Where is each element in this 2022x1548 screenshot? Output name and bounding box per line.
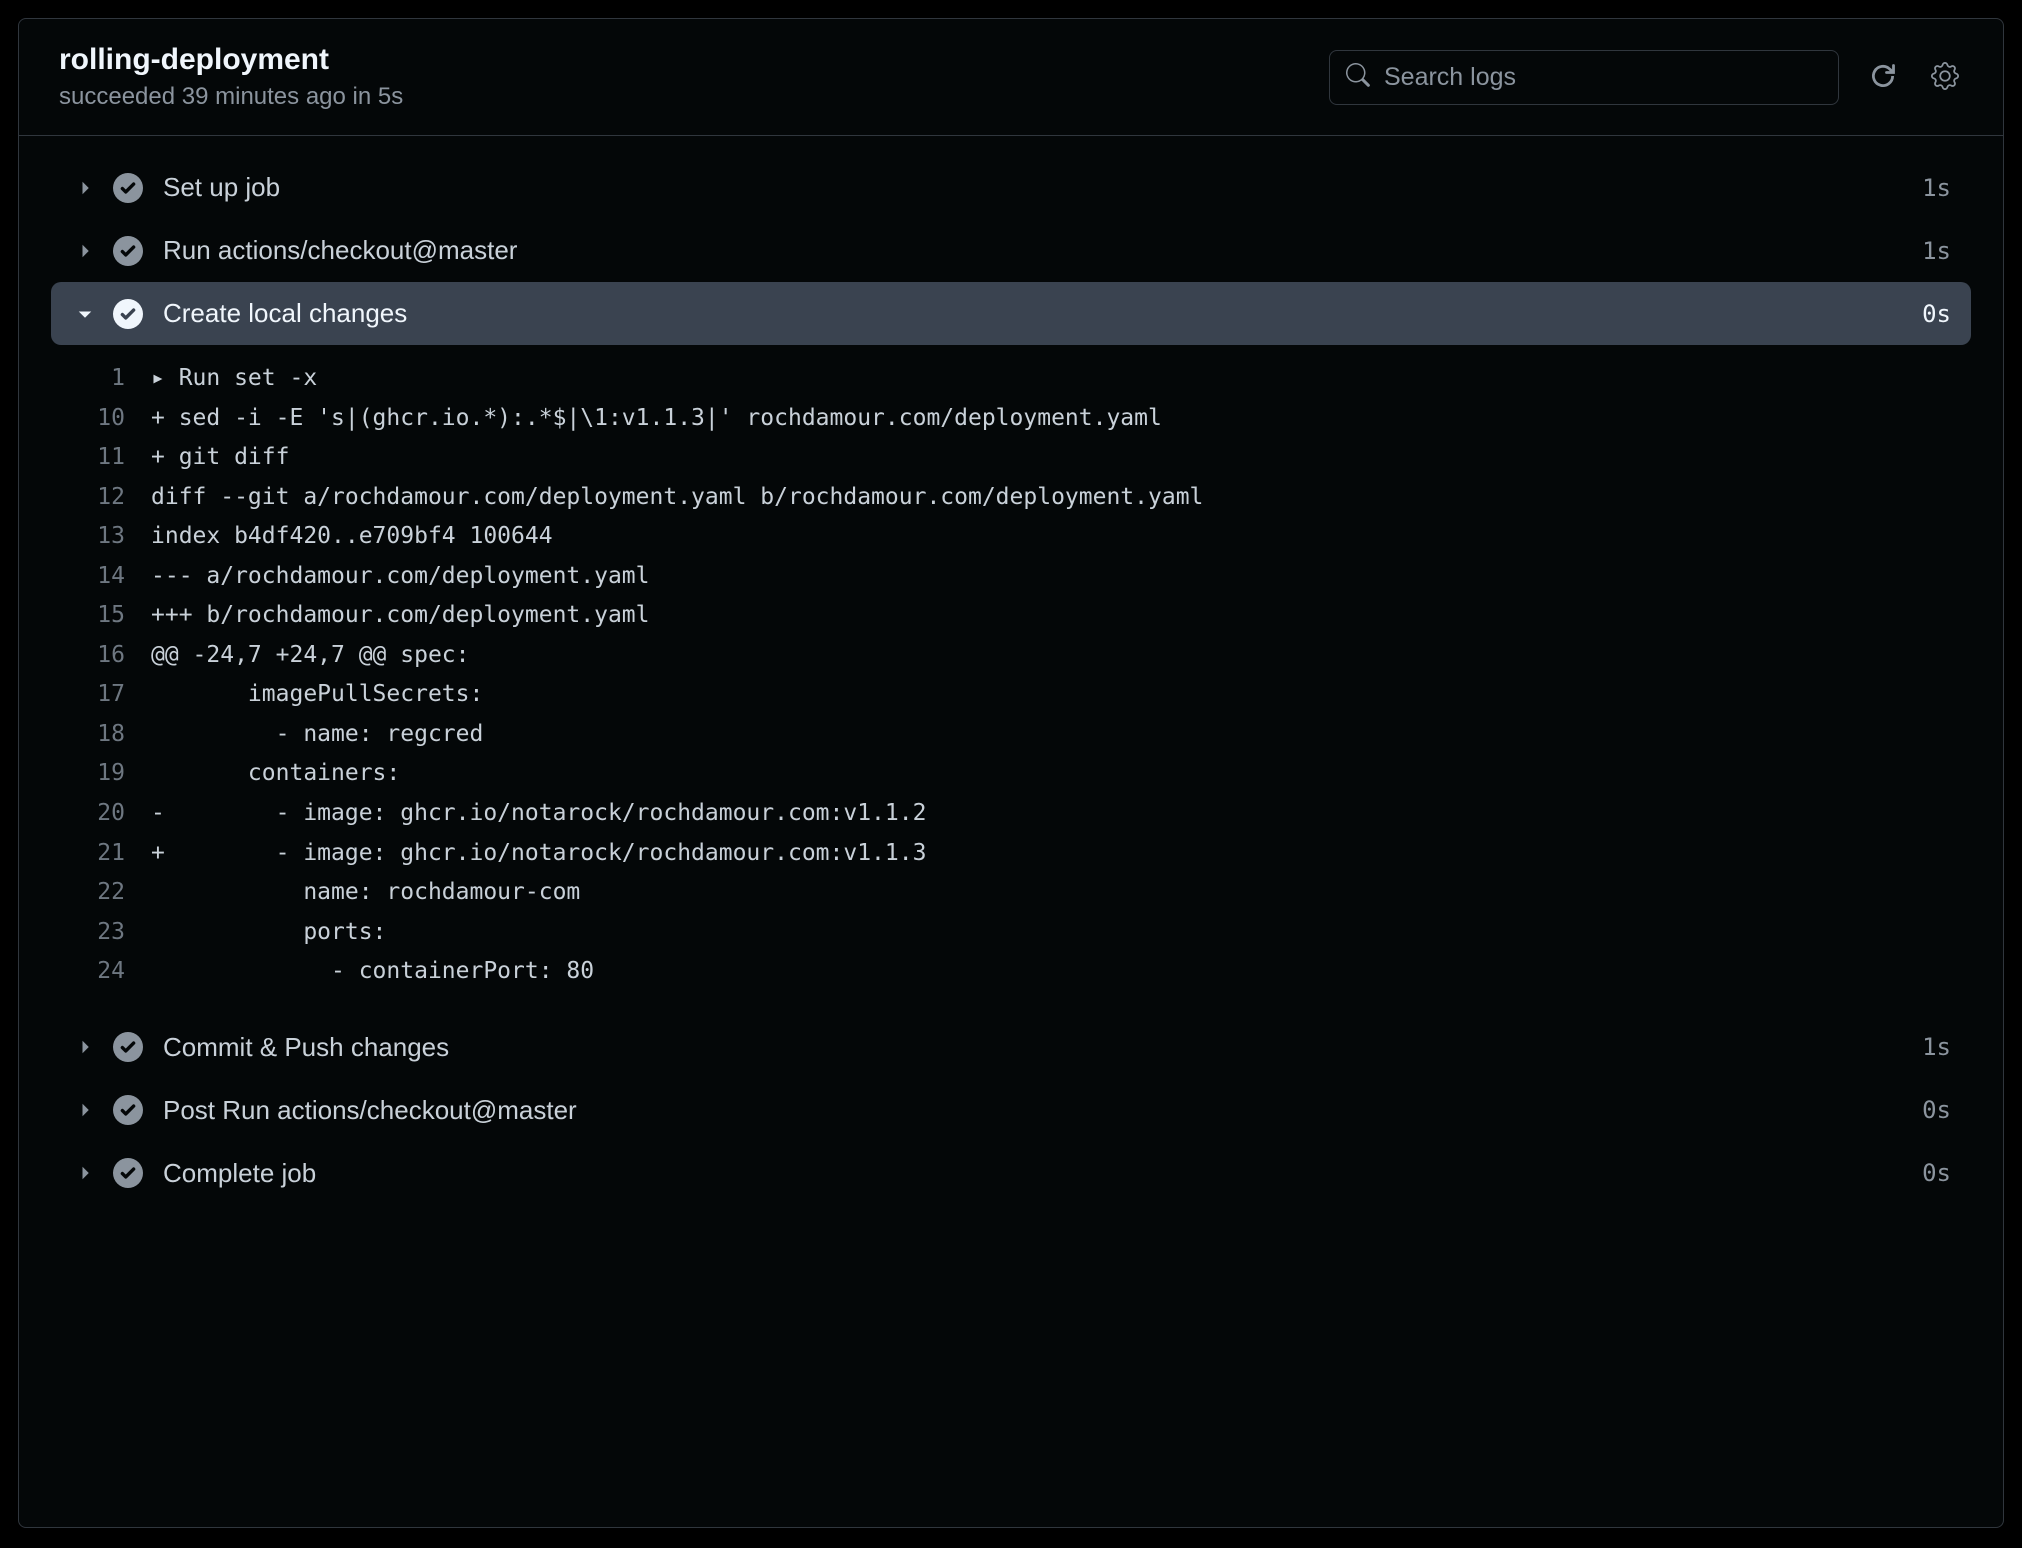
step-row[interactable]: Commit & Push changes1s <box>51 1016 1971 1079</box>
line-number: 20 <box>51 794 151 834</box>
line-number: 11 <box>51 438 151 478</box>
workflow-run-panel: rolling-deployment succeeded 39 minutes … <box>18 18 2004 1528</box>
refresh-button[interactable] <box>1865 58 1901 97</box>
step-row[interactable]: Complete job0s <box>51 1142 1971 1205</box>
line-content: - name: regcred <box>151 715 1971 755</box>
header: rolling-deployment succeeded 39 minutes … <box>19 19 2003 136</box>
line-number: 18 <box>51 715 151 755</box>
step-name: Commit & Push changes <box>163 1032 1922 1063</box>
line-number: 1 <box>51 359 151 399</box>
step-row[interactable]: Post Run actions/checkout@master0s <box>51 1079 1971 1142</box>
header-right <box>1329 50 1963 105</box>
workflow-subtitle: succeeded 39 minutes ago in 5s <box>59 83 1329 111</box>
log-line: 18 - name: regcred <box>51 715 1971 755</box>
line-content: + git diff <box>151 438 1971 478</box>
line-number: 19 <box>51 754 151 794</box>
log-search[interactable] <box>1329 50 1839 105</box>
workflow-title: rolling-deployment <box>59 43 1329 77</box>
line-content: +++ b/rochdamour.com/deployment.yaml <box>151 596 1971 636</box>
step-duration: 0s <box>1922 1096 1951 1124</box>
line-content: + - image: ghcr.io/notarock/rochdamour.c… <box>151 834 1971 874</box>
log-line: 23 ports: <box>51 913 1971 953</box>
line-content: - containerPort: 80 <box>151 952 1971 992</box>
log-line: 14--- a/rochdamour.com/deployment.yaml <box>51 557 1971 597</box>
step-name: Create local changes <box>163 298 1922 329</box>
line-content: ▸ Run set -x <box>151 359 1971 399</box>
log-line: 16@@ -24,7 +24,7 @@ spec: <box>51 636 1971 676</box>
log-line: 12diff --git a/rochdamour.com/deployment… <box>51 478 1971 518</box>
line-content: name: rochdamour-com <box>151 873 1971 913</box>
chevron-right-icon <box>71 1037 99 1057</box>
check-circle-icon <box>113 1158 143 1188</box>
log-line: 15+++ b/rochdamour.com/deployment.yaml <box>51 596 1971 636</box>
log-line: 22 name: rochdamour-com <box>51 873 1971 913</box>
line-content: containers: <box>151 754 1971 794</box>
line-number: 23 <box>51 913 151 953</box>
line-content: index b4df420..e709bf4 100644 <box>151 517 1971 557</box>
line-number: 22 <box>51 873 151 913</box>
step-name: Set up job <box>163 172 1922 203</box>
check-circle-icon <box>113 173 143 203</box>
chevron-right-icon <box>71 241 99 261</box>
gear-icon <box>1931 62 1959 93</box>
search-input[interactable] <box>1384 63 1822 92</box>
check-circle-icon <box>113 1032 143 1062</box>
line-number: 12 <box>51 478 151 518</box>
step-list: Set up job1sRun actions/checkout@master1… <box>19 136 2003 1225</box>
line-number: 10 <box>51 399 151 439</box>
log-output: 1▸ Run set -x10+ sed -i -E 's|(ghcr.io.*… <box>51 345 1971 1016</box>
check-circle-icon <box>113 236 143 266</box>
line-number: 14 <box>51 557 151 597</box>
line-number: 13 <box>51 517 151 557</box>
step-duration: 0s <box>1922 1159 1951 1187</box>
step-row[interactable]: Run actions/checkout@master1s <box>51 219 1971 282</box>
line-content: - - image: ghcr.io/notarock/rochdamour.c… <box>151 794 1971 834</box>
step-duration: 1s <box>1922 237 1951 265</box>
line-number: 24 <box>51 952 151 992</box>
log-line: 11+ git diff <box>51 438 1971 478</box>
line-number: 16 <box>51 636 151 676</box>
line-content: + sed -i -E 's|(ghcr.io.*):.*$|\1:v1.1.3… <box>151 399 1971 439</box>
log-line: 10+ sed -i -E 's|(ghcr.io.*):.*$|\1:v1.1… <box>51 399 1971 439</box>
line-number: 15 <box>51 596 151 636</box>
line-number: 21 <box>51 834 151 874</box>
step-duration: 1s <box>1922 174 1951 202</box>
line-content: diff --git a/rochdamour.com/deployment.y… <box>151 478 1971 518</box>
line-number: 17 <box>51 675 151 715</box>
log-line: 24 - containerPort: 80 <box>51 952 1971 992</box>
log-line: 17 imagePullSecrets: <box>51 675 1971 715</box>
header-left: rolling-deployment succeeded 39 minutes … <box>59 43 1329 111</box>
step-row[interactable]: Create local changes0s <box>51 282 1971 345</box>
check-circle-icon <box>113 299 143 329</box>
step-duration: 1s <box>1922 1033 1951 1061</box>
line-content: @@ -24,7 +24,7 @@ spec: <box>151 636 1971 676</box>
chevron-right-icon <box>71 1100 99 1120</box>
chevron-right-icon <box>71 178 99 198</box>
log-line: 21+ - image: ghcr.io/notarock/rochdamour… <box>51 834 1971 874</box>
log-line: 20- - image: ghcr.io/notarock/rochdamour… <box>51 794 1971 834</box>
check-circle-icon <box>113 1095 143 1125</box>
log-line: 1▸ Run set -x <box>51 359 1971 399</box>
line-content: --- a/rochdamour.com/deployment.yaml <box>151 557 1971 597</box>
step-row[interactable]: Set up job1s <box>51 156 1971 219</box>
step-name: Post Run actions/checkout@master <box>163 1095 1922 1126</box>
refresh-icon <box>1869 62 1897 93</box>
log-line: 13index b4df420..e709bf4 100644 <box>51 517 1971 557</box>
chevron-right-icon <box>71 1163 99 1183</box>
search-icon <box>1346 63 1384 92</box>
chevron-down-icon <box>71 304 99 324</box>
line-content: ports: <box>151 913 1971 953</box>
log-line: 19 containers: <box>51 754 1971 794</box>
step-duration: 0s <box>1922 300 1951 328</box>
step-name: Run actions/checkout@master <box>163 235 1922 266</box>
line-content: imagePullSecrets: <box>151 675 1971 715</box>
step-name: Complete job <box>163 1158 1922 1189</box>
settings-button[interactable] <box>1927 58 1963 97</box>
